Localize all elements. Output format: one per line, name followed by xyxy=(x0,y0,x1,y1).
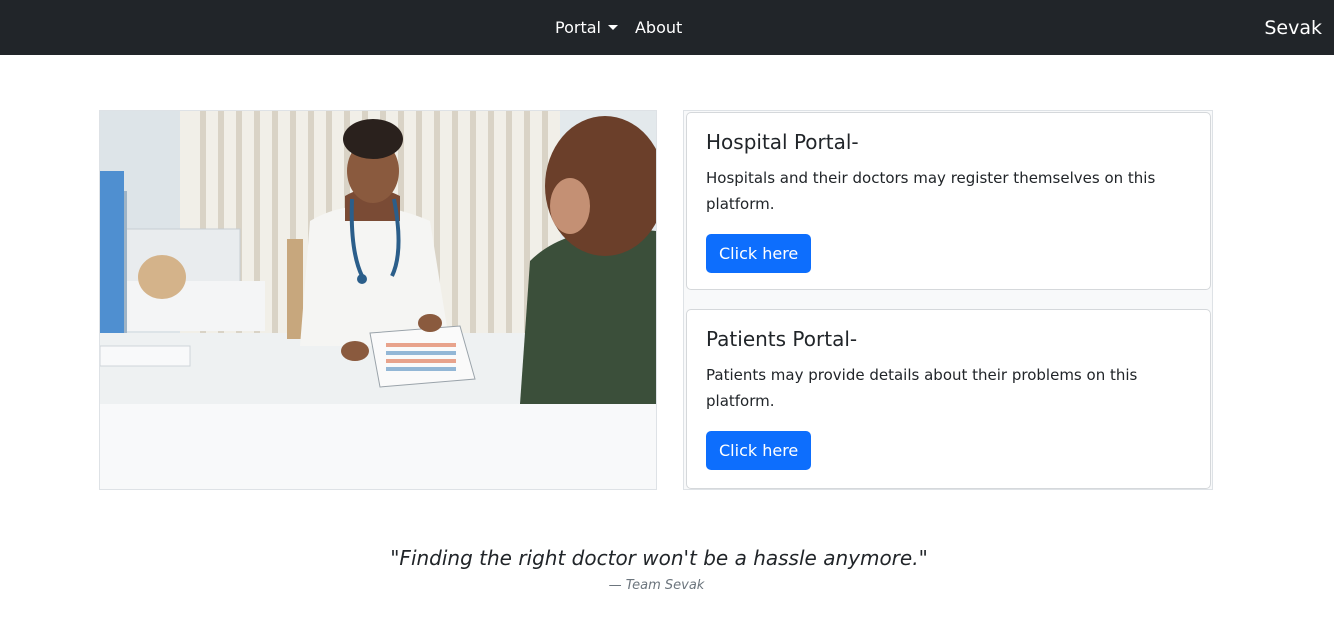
doctor-consultation-photo xyxy=(100,111,656,404)
patients-portal-button[interactable]: Click here xyxy=(706,431,812,470)
portal-label: Portal xyxy=(555,18,601,37)
nav-links: Portal About xyxy=(555,0,682,55)
hospital-portal-card: Hospital Portal- Hospitals and their doc… xyxy=(686,112,1211,290)
brand-logo-text[interactable]: Sevak xyxy=(1264,0,1322,55)
patients-portal-description: Patients may provide details about their… xyxy=(706,366,1138,410)
portal-cards-panel: Hospital Portal- Hospitals and their doc… xyxy=(683,110,1213,490)
hospital-portal-button[interactable]: Click here xyxy=(706,234,812,273)
image-panel xyxy=(99,110,657,490)
patients-portal-card: Patients Portal- Patients may provide de… xyxy=(686,309,1211,489)
hospital-portal-description: Hospitals and their doctors may register… xyxy=(706,169,1156,213)
caret-down-icon xyxy=(607,25,618,30)
top-navbar: Portal About Sevak xyxy=(0,0,1334,55)
quote-attribution: — Team Sevak xyxy=(608,578,705,593)
about-link[interactable]: About xyxy=(635,18,682,37)
tagline-quote: "Finding the right doctor won't be a has… xyxy=(390,546,928,570)
hospital-portal-title: Hospital Portal- xyxy=(706,130,859,154)
patients-portal-title: Patients Portal- xyxy=(706,327,858,351)
portal-dropdown-toggle[interactable]: Portal xyxy=(555,18,618,37)
